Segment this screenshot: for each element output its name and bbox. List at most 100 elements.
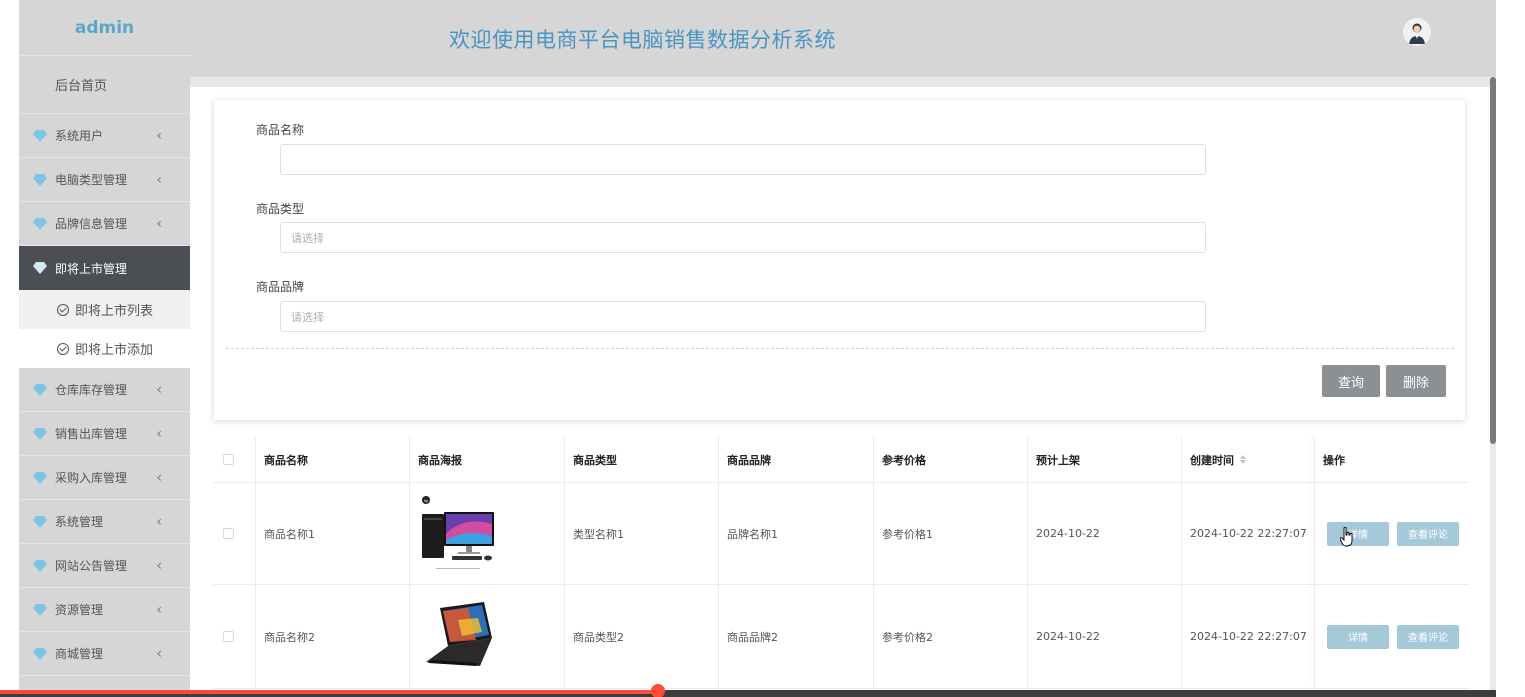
sidebar-item-mall[interactable]: 商城管理 ‹: [19, 632, 190, 676]
product-brand: 品牌名称1: [719, 483, 874, 584]
product-type: 类型名称1: [565, 483, 719, 584]
right-gutter: [1496, 0, 1525, 697]
search-panel: 商品名称 商品类型 请选择 商品品牌 请选择 查询 删除: [214, 100, 1465, 420]
created-time-header[interactable]: 创建时间: [1182, 437, 1315, 482]
diamond-icon: [33, 427, 47, 440]
column-header: 商品品牌: [719, 437, 874, 482]
sidebar-item-label: 网站公告管理: [55, 559, 128, 573]
sidebar-item-brands[interactable]: 品牌信息管理 ‹: [19, 202, 190, 246]
name-input[interactable]: [280, 144, 1206, 175]
sidebar-item-label: 商城管理: [55, 647, 104, 661]
divider: [226, 348, 1454, 349]
sidebar-item-label: 仓库库存管理: [55, 383, 128, 397]
sidebar-item-label: 系统用户: [55, 129, 104, 143]
sidebar-item-computer-types[interactable]: 电脑类型管理 ‹: [19, 158, 190, 202]
poster-cell: hp: [410, 483, 565, 584]
diamond-icon: [33, 217, 47, 230]
sidebar-subitem-upcoming-list[interactable]: 即将上市列表: [19, 290, 190, 329]
chevron-left-icon: ‹: [156, 470, 162, 486]
laptop-computer-image: [426, 601, 492, 666]
row-select-cell: [213, 585, 256, 688]
row-select-cell: [213, 483, 256, 584]
query-button[interactable]: 查询: [1322, 365, 1380, 397]
chevron-left-icon: ‹: [156, 216, 162, 232]
chevron-left-icon: ‹: [156, 128, 162, 144]
sidebar-subitem-upcoming-add[interactable]: 即将上市添加: [19, 329, 190, 368]
video-progress-bar[interactable]: [0, 684, 1496, 697]
diamond-icon: [33, 262, 47, 274]
table-header: 商品名称 商品海报 商品类型 商品品牌 参考价格 预计上架 创建时间 操作: [213, 437, 1469, 483]
view-reviews-button[interactable]: 查看评论: [1397, 521, 1459, 546]
played-range: [0, 690, 658, 694]
top-header: 欢迎使用电商平台电脑销售数据分析系统: [190, 0, 1496, 77]
detail-button[interactable]: 详情: [1327, 624, 1389, 649]
name-label: 商品名称: [256, 123, 305, 137]
chevron-down-icon: ‹: [153, 264, 170, 270]
desktop-computer-image: hp: [422, 495, 494, 569]
chevron-left-icon: ‹: [156, 172, 162, 188]
sidebar-item-system-users[interactable]: 系统用户 ‹: [19, 114, 190, 158]
avatar[interactable]: [1403, 18, 1431, 46]
sidebar-item-label: 销售出库管理: [55, 427, 128, 441]
brand-select[interactable]: 请选择: [280, 301, 1206, 332]
progress-handle[interactable]: [651, 684, 665, 697]
release-date: 2024-10-22: [1028, 585, 1182, 688]
sidebar-item-announcements[interactable]: 网站公告管理 ‹: [19, 544, 190, 588]
diamond-icon: [33, 603, 47, 616]
left-gutter: [0, 0, 19, 697]
created-time: 2024-10-22 22:27:07: [1182, 483, 1315, 584]
chevron-left-icon: ‹: [156, 646, 162, 662]
diamond-icon: [33, 129, 47, 142]
type-select[interactable]: 请选择: [280, 222, 1206, 253]
fixed-column-shadow: [1314, 437, 1315, 689]
column-header: 创建时间: [1190, 453, 1234, 467]
sort-icon[interactable]: [1240, 455, 1246, 464]
column-header: 商品类型: [565, 437, 719, 482]
actions-cell: 详情 查看评论: [1315, 483, 1469, 584]
select-all-cell: [213, 437, 256, 482]
product-type: 商品类型2: [565, 585, 719, 688]
sidebar-item-home[interactable]: 后台首页: [19, 56, 190, 114]
column-header: 参考价格: [874, 437, 1028, 482]
sidebar-item-system-admin[interactable]: 系统管理 ‹: [19, 500, 190, 544]
diamond-icon: [33, 471, 47, 484]
release-date: 2024-10-22: [1028, 483, 1182, 584]
diamond-icon: [33, 559, 47, 572]
view-reviews-button[interactable]: 查看评论: [1397, 624, 1459, 649]
column-header: 操作: [1323, 453, 1345, 467]
actions-cell: 详情 查看评论: [1315, 585, 1469, 688]
sidebar-item-sales-out[interactable]: 销售出库管理 ‹: [19, 412, 190, 456]
check-circle-icon: [57, 342, 69, 355]
column-header: 商品海报: [410, 437, 565, 482]
chevron-left-icon: ‹: [156, 602, 162, 618]
select-all-checkbox[interactable]: [223, 454, 234, 465]
user-avatar-icon: [1403, 18, 1431, 46]
diamond-icon: [33, 515, 47, 528]
sidebar-item-label: 即将上市管理: [55, 261, 128, 276]
delete-button[interactable]: 删除: [1386, 365, 1446, 397]
sidebar-item-upcoming[interactable]: 即将上市管理 ‹: [19, 246, 190, 290]
brand-label: 商品品牌: [256, 280, 305, 294]
poster-cell: [410, 585, 565, 688]
page-title: 欢迎使用电商平台电脑销售数据分析系统: [449, 28, 836, 52]
svg-text:hp: hp: [424, 498, 429, 503]
column-header: 商品名称: [256, 437, 410, 482]
diamond-icon: [33, 647, 47, 660]
sidebar: admin 后台首页 系统用户 ‹ 电脑类型管理 ‹ 品牌信息管理 ‹ 即将上市…: [19, 0, 190, 697]
diamond-icon: [33, 173, 47, 186]
detail-button[interactable]: 详情: [1327, 521, 1389, 546]
check-circle-icon: [57, 303, 69, 316]
table-row: 商品名称1 hp 类型名称1 品牌名称1 参考价格1 2024-10-22 20: [213, 483, 1469, 585]
sidebar-item-label: 系统管理: [55, 515, 104, 529]
sidebar-item-warehouse[interactable]: 仓库库存管理 ‹: [19, 368, 190, 412]
sidebar-item-resources[interactable]: 资源管理 ‹: [19, 588, 190, 632]
row-checkbox[interactable]: [223, 631, 234, 642]
chevron-left-icon: ‹: [156, 558, 162, 574]
content-top-strip: [190, 77, 1490, 87]
sidebar-item-label: 电脑类型管理: [55, 173, 128, 187]
diamond-icon: [33, 383, 47, 396]
product-price: 参考价格1: [874, 483, 1028, 584]
row-checkbox[interactable]: [223, 528, 234, 539]
sidebar-item-purchase-in[interactable]: 采购入库管理 ‹: [19, 456, 190, 500]
product-name: 商品名称2: [256, 585, 410, 688]
